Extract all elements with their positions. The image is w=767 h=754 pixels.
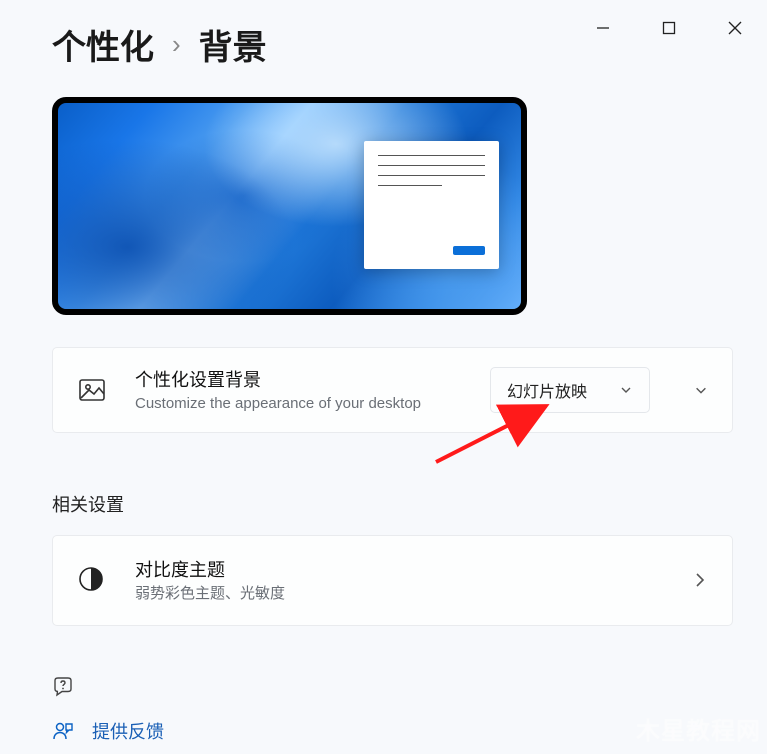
contrast-title: 对比度主题 bbox=[135, 556, 664, 582]
feedback-label: 提供反馈 bbox=[92, 718, 164, 744]
image-icon bbox=[77, 375, 107, 405]
watermark: 木星教程网 bbox=[636, 711, 761, 746]
preview-window-mock bbox=[364, 141, 499, 269]
contrast-description: 弱势彩色主题、光敏度 bbox=[135, 584, 664, 604]
related-settings-heading: 相关设置 bbox=[52, 491, 733, 517]
background-type-dropdown[interactable]: 幻灯片放映 bbox=[490, 367, 650, 413]
expand-chevron-icon[interactable] bbox=[694, 383, 708, 397]
chevron-right-icon bbox=[692, 572, 708, 588]
personalize-background-card[interactable]: 个性化设置背景 Customize the appearance of your… bbox=[52, 347, 733, 433]
setting-description: Customize the appearance of your desktop bbox=[135, 394, 462, 414]
get-help-link[interactable]: 获取帮助 bbox=[52, 674, 164, 700]
maximize-button[interactable] bbox=[655, 14, 683, 42]
help-icon bbox=[52, 676, 74, 698]
dropdown-selected: 幻灯片放映 bbox=[507, 378, 587, 402]
breadcrumb-current: 背景 bbox=[199, 20, 267, 69]
contrast-icon bbox=[77, 565, 107, 595]
setting-title: 个性化设置背景 bbox=[135, 366, 462, 392]
minimize-button[interactable] bbox=[589, 14, 617, 42]
give-feedback-link[interactable]: 提供反馈 bbox=[52, 718, 164, 744]
contrast-themes-card[interactable]: 对比度主题 弱势彩色主题、光敏度 bbox=[52, 535, 733, 625]
desktop-preview bbox=[52, 97, 527, 315]
breadcrumb-parent[interactable]: 个性化 bbox=[52, 20, 154, 69]
breadcrumb-separator-icon: › bbox=[172, 29, 181, 60]
close-button[interactable] bbox=[721, 14, 749, 42]
feedback-icon bbox=[52, 720, 74, 742]
chevron-down-icon bbox=[619, 383, 633, 397]
